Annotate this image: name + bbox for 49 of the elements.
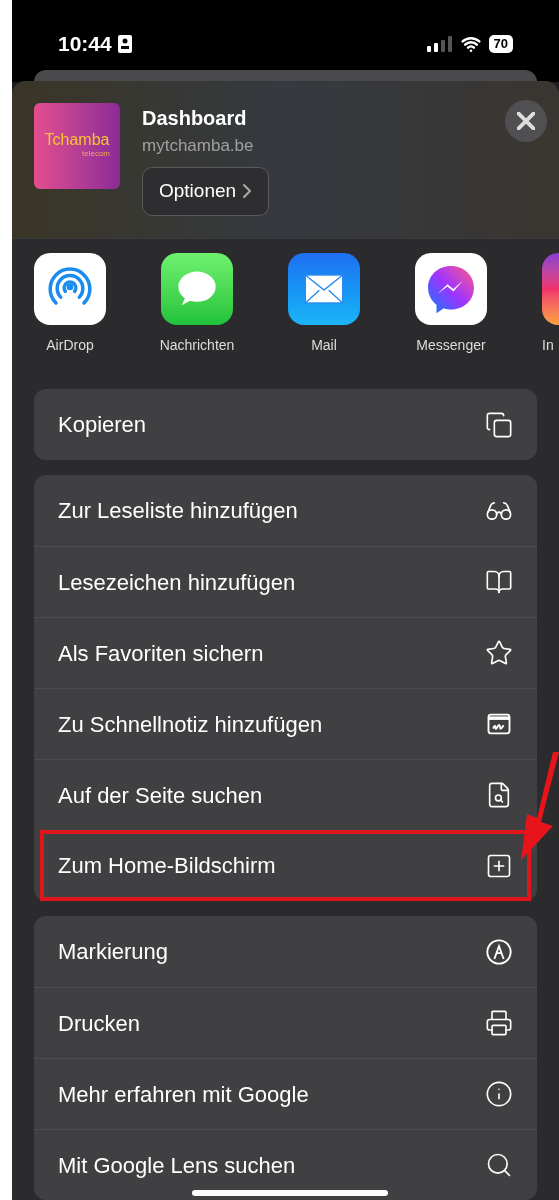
action-row[interactable]: Zum Home-Bildschirm: [40, 830, 531, 901]
action-row[interactable]: Mehr erfahren mit Google: [34, 1058, 537, 1129]
action-label: Markierung: [58, 938, 169, 966]
signal-icon: [426, 35, 453, 52]
book-icon: [485, 568, 513, 596]
page-title: Dashboard: [142, 106, 248, 131]
options-button[interactable]: Optionen: [142, 166, 270, 216]
copy-icon: [485, 410, 513, 439]
action-row[interactable]: Kopieren: [34, 389, 537, 460]
action-row[interactable]: Drucken: [34, 987, 537, 1058]
clock-time: 10:44: [58, 31, 112, 57]
logo-title: Tchamba: [44, 132, 110, 148]
app-label: Messenger: [416, 336, 486, 355]
action-label: Kopieren: [58, 411, 147, 439]
action-row[interactable]: Lesezeichen hinzufügen: [34, 546, 537, 617]
action-label: Zur Leseliste hinzufügen: [58, 497, 298, 525]
action-label: Als Favoriten sichern: [58, 639, 264, 668]
page-url: mytchamba.be: [142, 135, 255, 157]
id-card-icon: [117, 34, 132, 53]
airdrop-app-icon[interactable]: [34, 253, 106, 325]
action-label: Mit Google Lens suchen: [58, 1151, 296, 1180]
chevron-right-icon: [242, 182, 253, 200]
app-label: AirDrop: [46, 336, 94, 355]
action-row[interactable]: Zur Leseliste hinzufügen: [34, 475, 537, 546]
action-row[interactable]: Als Favoriten sichern: [34, 617, 537, 688]
lightning-bubble-app-icon[interactable]: [415, 253, 487, 325]
close-icon: [517, 112, 535, 130]
info-icon: [485, 1080, 513, 1108]
pen-circle-icon: [485, 937, 513, 966]
action-label: Zu Schnellnotiz hinzufügen: [58, 710, 323, 739]
action-label: Lesezeichen hinzufügen: [58, 568, 296, 597]
battery-level: 70: [488, 34, 513, 53]
app-label: Mail: [311, 336, 337, 355]
speech-bubble-app-icon[interactable]: [161, 253, 233, 325]
gradient-app-icon[interactable]: [542, 253, 559, 325]
action-label: Zum Home-Bildschirm: [58, 852, 276, 880]
search-icon: [485, 1151, 513, 1179]
app-label: In: [542, 336, 554, 355]
action-label: Mehr erfahren mit Google: [58, 1080, 309, 1109]
action-label: Auf der Seite suchen: [58, 781, 263, 810]
action-row[interactable]: Markierung: [34, 916, 537, 987]
app-label: Nachrichten: [159, 336, 235, 355]
envelope-app-icon[interactable]: [288, 253, 360, 325]
action-label: Drucken: [58, 1009, 140, 1038]
action-row[interactable]: Zu Schnellnotiz hinzufügen: [34, 688, 537, 759]
logo-subtitle: telecom: [82, 148, 110, 160]
printer-icon: [485, 1009, 513, 1037]
close-button[interactable]: [505, 100, 547, 142]
star-icon: [485, 639, 513, 667]
